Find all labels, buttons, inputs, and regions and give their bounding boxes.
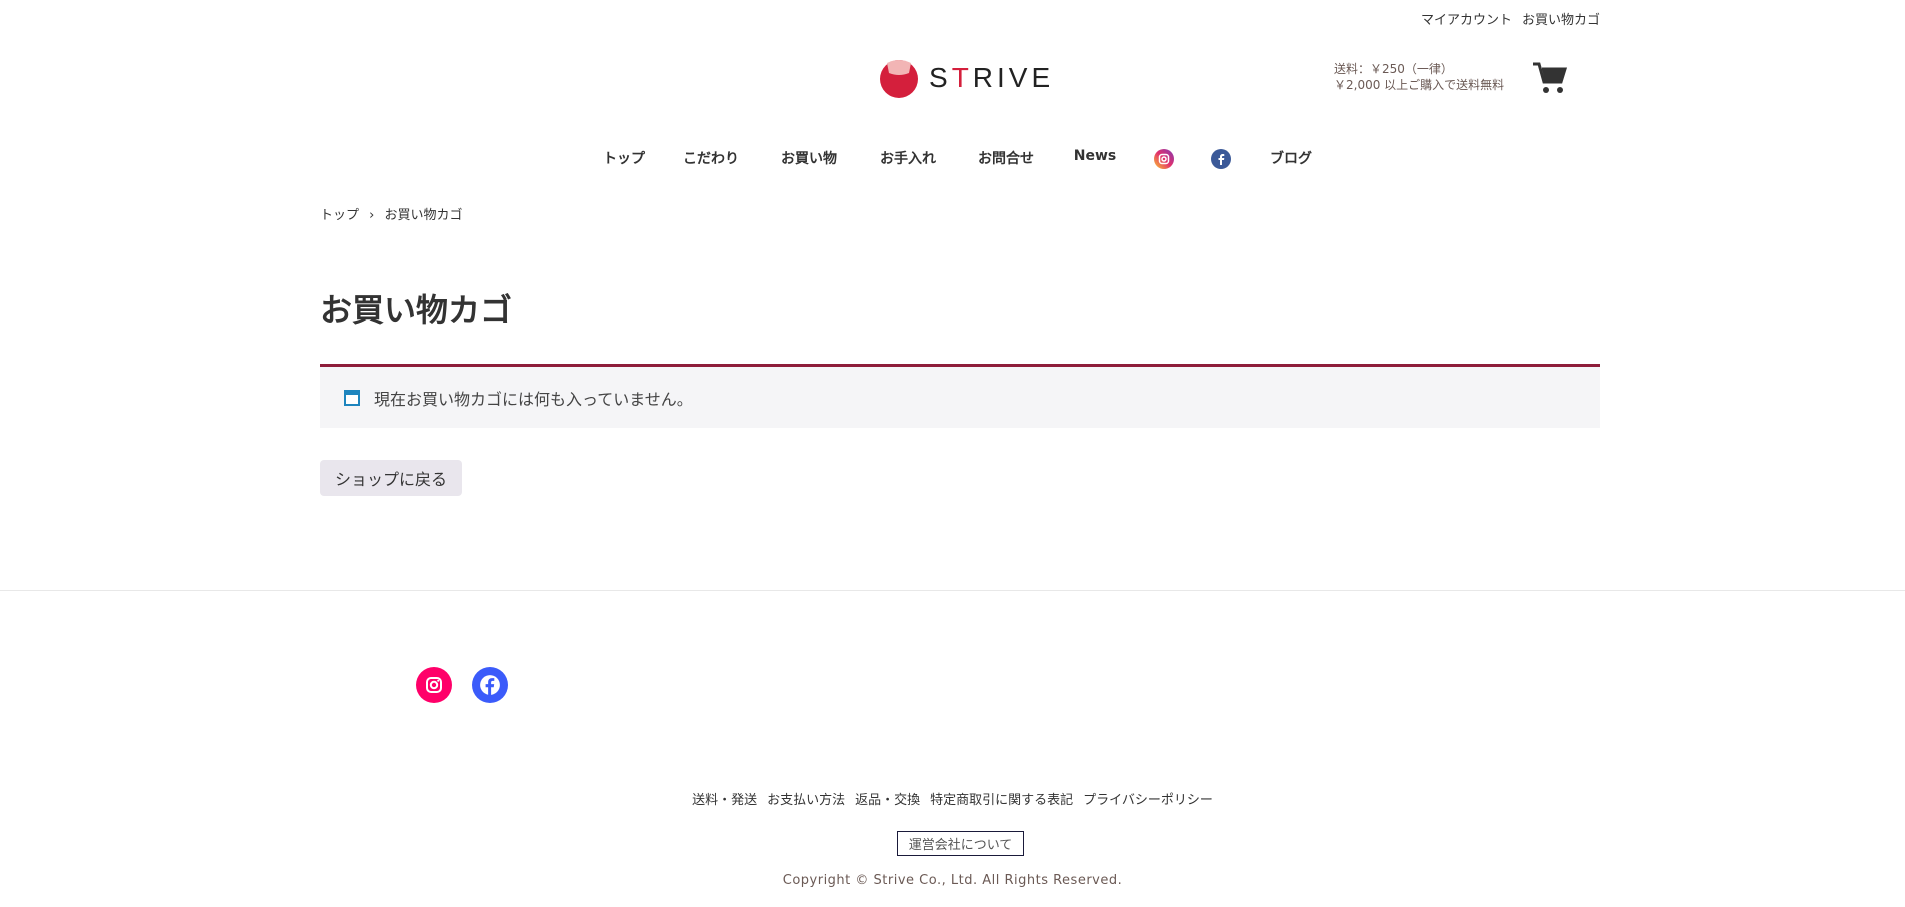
nav-shop[interactable]: お買い物 — [781, 148, 837, 168]
shipping-fee: 送料：￥250（一律） — [1334, 62, 1453, 76]
breadcrumb: トップ › お買い物カゴ — [320, 204, 463, 223]
cart-icon[interactable] — [1533, 62, 1568, 98]
footer-link-payment[interactable]: お支払い方法 — [767, 789, 845, 808]
facebook-icon[interactable] — [1211, 149, 1231, 173]
logo-text: STRIVE — [929, 62, 1055, 93]
window-icon — [344, 389, 360, 406]
empty-cart-notice: 現在お買い物カゴには何も入っていません。 — [320, 364, 1600, 428]
breadcrumb-current: お買い物カゴ — [384, 208, 463, 223]
breadcrumb-separator: › — [369, 208, 375, 223]
footer-links: 送料・発送 お支払い方法 返品・交換 特定商取引に関する表記 プライバシーポリシ… — [0, 789, 1905, 808]
page-title: お買い物カゴ — [320, 291, 513, 329]
footer-link-shipping[interactable]: 送料・発送 — [692, 789, 757, 808]
cart-link[interactable]: お買い物カゴ — [1522, 9, 1600, 28]
top-links: マイアカウント お買い物カゴ — [1421, 9, 1600, 28]
footer-instagram-icon[interactable] — [416, 667, 452, 703]
copyright: Copyright © Strive Co., Ltd. All Rights … — [782, 873, 1123, 888]
breadcrumb-home[interactable]: トップ — [320, 208, 359, 223]
nav-care[interactable]: お手入れ — [880, 148, 936, 168]
nav-top[interactable]: トップ — [603, 148, 645, 168]
instagram-icon[interactable] — [1154, 149, 1174, 173]
company-link[interactable]: 運営会社について — [897, 831, 1024, 856]
nav-blog[interactable]: ブログ — [1270, 148, 1312, 168]
nav-news[interactable]: News — [1074, 148, 1116, 164]
footer-link-legal[interactable]: 特定商取引に関する表記 — [930, 789, 1073, 808]
footer-divider — [0, 590, 1905, 591]
logo[interactable]: STRIVE — [879, 57, 1054, 99]
footer-link-privacy[interactable]: プライバシーポリシー — [1083, 789, 1213, 808]
notice-text: 現在お買い物カゴには何も入っていません。 — [374, 389, 693, 409]
logo-mark-icon — [880, 60, 918, 98]
nav-kodawari[interactable]: こだわり — [683, 148, 739, 168]
nav-contact[interactable]: お問合せ — [978, 148, 1034, 168]
footer-link-returns[interactable]: 返品・交換 — [855, 789, 920, 808]
shipping-info: 送料：￥250（一律） ￥2,000 以上ご購入で送料無料 — [1334, 61, 1504, 93]
footer-facebook-icon[interactable] — [472, 667, 508, 703]
my-account-link[interactable]: マイアカウント — [1421, 9, 1512, 28]
free-shipping-note: ￥2,000 以上ご購入で送料無料 — [1334, 78, 1505, 92]
return-to-shop-button[interactable]: ショップに戻る — [320, 460, 462, 496]
